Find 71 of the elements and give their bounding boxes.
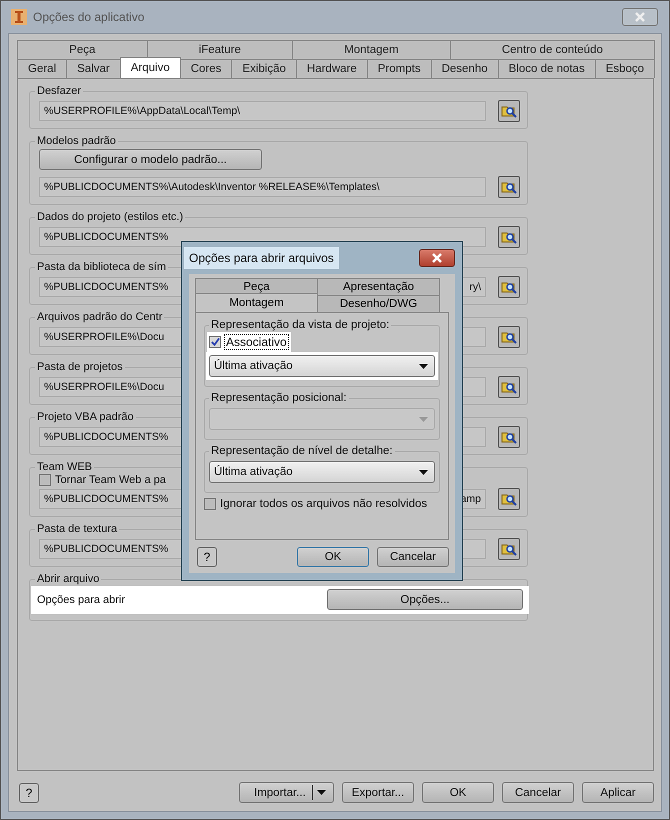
- group-title: Pasta de projetos: [36, 361, 124, 373]
- tab[interactable]: Cores: [180, 59, 232, 78]
- group-title: Team WEB: [36, 461, 94, 473]
- checkbox[interactable]: [209, 336, 221, 348]
- tab[interactable]: Montagem: [195, 293, 318, 312]
- tab[interactable]: Montagem: [292, 40, 451, 59]
- tab[interactable]: Centro de conteúdo: [450, 40, 656, 59]
- help-button[interactable]: ?: [197, 547, 217, 567]
- checkbox[interactable]: [39, 474, 51, 486]
- checkbox-label: Associativo: [225, 335, 288, 349]
- tab[interactable]: Prompts: [366, 59, 432, 78]
- tab[interactable]: Apresentação: [317, 278, 440, 295]
- group-title: Pasta da biblioteca de sím: [36, 261, 168, 273]
- import-button[interactable]: Importar...: [239, 782, 334, 803]
- dropdown[interactable]: Última ativação: [209, 355, 435, 377]
- dialog-button[interactable]: OK: [422, 782, 494, 803]
- close-icon: [634, 12, 646, 22]
- group-title: Pasta de textura: [36, 523, 118, 535]
- tab[interactable]: Arquivo: [120, 57, 181, 78]
- option-label: Opções para abrir: [37, 594, 126, 606]
- tab[interactable]: Peça: [17, 40, 148, 59]
- dropdown[interactable]: Última ativação: [209, 461, 435, 483]
- browse-button[interactable]: [498, 376, 520, 398]
- group-title: Arquivos padrão do Centr: [36, 311, 164, 323]
- app-icon: [11, 9, 27, 25]
- dialog-button[interactable]: Cancelar: [377, 547, 449, 567]
- tab[interactable]: Desenho/DWG: [317, 295, 440, 312]
- tab[interactable]: Desenho: [430, 59, 499, 78]
- options-button[interactable]: Opções...: [327, 589, 523, 610]
- tab[interactable]: iFeature: [146, 40, 294, 59]
- close-button[interactable]: [419, 249, 455, 267]
- tab[interactable]: Esboço: [594, 59, 656, 78]
- dialog-button[interactable]: Cancelar: [502, 782, 574, 803]
- browse-button[interactable]: [498, 176, 520, 198]
- caret-icon: [419, 364, 428, 368]
- caret-icon: [419, 416, 428, 422]
- browse-button[interactable]: [498, 326, 520, 348]
- dialog-button[interactable]: Exportar...: [342, 782, 414, 803]
- browse-button[interactable]: [498, 426, 520, 448]
- group-title: Projeto VBA padrão: [36, 411, 135, 423]
- dialog-button[interactable]: Aplicar: [582, 782, 654, 803]
- dialog-title: Opções para abrir arquivos: [184, 247, 339, 269]
- tab[interactable]: Salvar: [66, 59, 121, 78]
- browse-button[interactable]: [498, 276, 520, 298]
- checkbox-label: Tornar Team Web a pa: [55, 474, 166, 486]
- checkbox[interactable]: [204, 498, 216, 510]
- group-title: Desfazer: [36, 85, 82, 97]
- tab[interactable]: Exibição: [231, 59, 297, 78]
- help-button[interactable]: ?: [19, 782, 39, 802]
- group-title: Representação de nível de detalhe:: [210, 445, 394, 457]
- tab[interactable]: Hardware: [296, 59, 368, 78]
- dialog-button[interactable]: OK: [297, 547, 369, 567]
- browse-button[interactable]: [498, 538, 520, 560]
- browse-button[interactable]: [498, 100, 520, 122]
- browse-button[interactable]: [498, 226, 520, 248]
- caret-icon: [316, 790, 326, 795]
- group-title: Abrir arquivo: [36, 573, 100, 585]
- group-title: Dados do projeto (estilos etc.): [36, 211, 184, 223]
- close-icon: [431, 253, 443, 263]
- group-title: Modelos padrão: [36, 135, 117, 147]
- path-field[interactable]: %PUBLICDOCUMENTS%\Autodesk\Inventor %RELEASE%\Templates\: [39, 177, 486, 197]
- checkbox-label: Ignorar todos os arquivos não resolvidos: [220, 498, 428, 510]
- window-title: Opções do aplicativo: [33, 10, 146, 24]
- path-field[interactable]: %USERPROFILE%\AppData\Local\Temp\: [39, 101, 486, 121]
- template-button[interactable]: Configurar o modelo padrão...: [39, 149, 262, 170]
- browse-button[interactable]: [498, 488, 520, 510]
- tab[interactable]: Bloco de notas: [498, 59, 596, 78]
- group-title: Representação da vista de projeto:: [210, 319, 390, 331]
- group-title: Representação posicional:: [210, 392, 348, 404]
- caret-icon: [419, 470, 428, 474]
- tab[interactable]: Geral: [17, 59, 68, 78]
